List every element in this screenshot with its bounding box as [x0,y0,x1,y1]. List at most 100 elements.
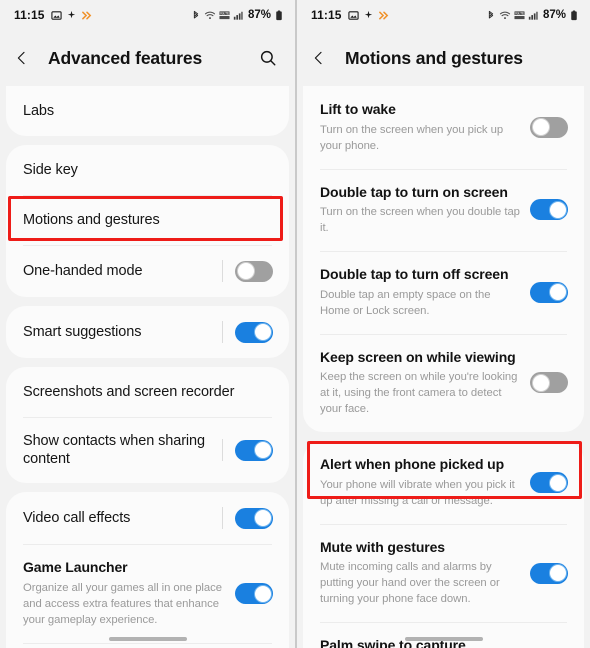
setting-row-title: Lift to wake [320,101,396,117]
status-left-icons [347,10,390,21]
setting-row-double-tap-to-turn-on-screen[interactable]: Double tap to turn on screen Turn on the … [303,168,584,252]
setting-row-game-launcher[interactable]: Game Launcher Organize all your games all… [6,544,289,643]
left-phone-screen: 11:15 VoLTE 87% Advanced features Labs S… [0,0,295,648]
page-title-right: Motions and gestures [345,47,523,68]
switch-wrapper [530,472,568,494]
setting-row-keep-screen-on-while-viewing[interactable]: Keep screen on while viewing Keep the scr… [303,333,584,433]
setting-row-mute-with-gestures[interactable]: Mute with gestures Mute incoming calls an… [303,523,584,623]
setting-row-title: Show contacts when sharing content [23,433,205,468]
settings-group: Alert when phone picked up Your phone wil… [303,441,584,648]
setting-row-side-key[interactable]: Side key [6,145,289,195]
setting-row-description: Turn on the screen when you double tap i… [320,206,520,235]
toggle-knob [253,584,272,603]
setting-row-description: Your phone will vibrate when you pick it… [320,478,515,507]
toggle-switch-one-handed-mode[interactable] [235,260,273,282]
gallery-icon [50,10,62,21]
switch-wrapper [235,583,273,605]
toggle-knob [548,473,567,492]
setting-row-texts: Smart suggestions [23,323,222,341]
setting-row-title: Keep screen on while viewing [320,348,516,365]
settings-group: Video call effects Game Launcher Organize … [6,492,289,648]
setting-row-palm-swipe-to-capture[interactable]: Palm swipe to captureSwipe the edge of y… [303,622,584,648]
setting-row-title: Labs [23,102,55,119]
settings-group: Labs [6,86,289,136]
gallery-icon [347,10,359,21]
sparkle-icon [66,10,77,21]
setting-row-texts: Show contacts when sharing content [23,432,222,468]
switch-wrapper [222,260,273,282]
toggle-switch-alert-when-phone-picked-up[interactable] [530,472,568,494]
double-chevron-icon [378,10,390,21]
setting-row-texts: Screenshots and screen recorder [23,383,273,401]
setting-row-texts: Double tap to turn on screen Turn on the … [320,184,530,237]
setting-row-labs[interactable]: Labs [6,86,289,136]
chevron-left-icon[interactable] [311,47,337,69]
toggle-switch-smart-suggestions[interactable] [235,321,273,343]
switch-wrapper [530,562,568,584]
setting-row-title: Double tap to turn off screen [320,266,509,283]
toggle-knob [253,441,272,460]
settings-list-left[interactable]: Labs Side key Motions and gestures One-hand… [0,86,295,648]
setting-row-video-call-effects[interactable]: Video call effects [6,492,289,544]
switch-divider [222,260,223,282]
home-indicator-right [404,637,483,641]
battery-percent-label: 87% [247,9,271,21]
toggle-switch-double-tap-to-turn-on-screen[interactable] [530,199,568,221]
toggle-switch-lift-to-wake[interactable] [530,116,568,138]
setting-row-title: Mute with gestures [320,538,445,555]
settings-group: Smart suggestions [6,306,289,358]
setting-row-title: Motions and gestures [23,211,160,228]
toggle-knob [548,564,567,583]
home-indicator-left [108,637,187,641]
settings-list-right[interactable]: Lift to wake Turn on the screen when you … [297,86,590,648]
switch-wrapper [222,439,273,462]
setting-row-description: Mute incoming calls and alarms by puttin… [320,561,500,606]
setting-row-texts: One-handed mode [23,262,222,280]
setting-row-screenshots-and-screen-recorder[interactable]: Screenshots and screen recorder [6,367,289,417]
setting-row-alert-when-phone-picked-up[interactable]: Alert when phone picked up Your phone wil… [303,441,584,524]
setting-row-title: Side key [23,161,78,178]
dual-screenshot-container: 11:15 VoLTE 87% Advanced features Labs S… [0,0,590,648]
setting-row-texts: Lift to wake Turn on the screen when you … [320,101,530,154]
toggle-knob [531,118,550,137]
setting-row-double-tap-to-turn-off-screen[interactable]: Double tap to turn off screen Double tap … [303,251,584,334]
signal-bars-icon [233,10,243,21]
setting-row-lift-to-wake[interactable]: Lift to wake Turn on the screen when you … [303,86,584,169]
setting-row-one-handed-mode[interactable]: One-handed mode [6,245,289,297]
chevron-left-icon[interactable] [14,47,40,69]
wifi-icon [499,10,511,21]
toggle-knob [236,262,255,280]
setting-row-title: Smart suggestions [23,323,142,340]
toggle-switch-mute-with-gestures[interactable] [530,562,568,584]
svg-text:VoLTE: VoLTE [220,11,229,15]
setting-row-motions-and-gestures[interactable]: Motions and gestures [6,195,289,245]
toggle-switch-keep-screen-on-while-viewing[interactable] [530,372,568,394]
double-chevron-icon [81,10,93,21]
setting-row-title: One-handed mode [23,262,143,279]
toggle-switch-double-tap-to-turn-off-screen[interactable] [530,281,568,303]
toggle-switch-show-contacts-when-sharing-content[interactable] [235,439,273,461]
setting-row-dual-messenger[interactable]: Dual Messenger [6,642,289,648]
setting-row-description: Organize all your games all in one place… [23,581,222,626]
wifi-icon [204,10,216,21]
search-icon[interactable] [255,49,281,67]
setting-row-title: Game Launcher [23,559,128,576]
lte-icon: VoLTE [514,10,525,21]
setting-row-title: Video call effects [23,510,131,527]
sparkle-icon [363,10,374,21]
setting-row-texts: Labs [23,102,273,120]
lte-icon: VoLTE [219,10,230,21]
app-bar-right: Motions and gestures [297,30,590,86]
setting-row-smart-suggestions[interactable]: Smart suggestions [6,306,289,358]
setting-row-texts: Keep screen on while viewing Keep the scr… [320,349,530,418]
setting-row-texts: Mute with gestures Mute incoming calls an… [320,539,530,608]
toggle-knob [548,283,567,302]
setting-row-texts: Motions and gestures [23,211,273,229]
status-time: 11:15 [311,8,342,22]
switch-wrapper [222,507,273,530]
setting-row-show-contacts-when-sharing-content[interactable]: Show contacts when sharing content [6,417,289,483]
settings-group: Side key Motions and gestures One-handed m… [6,145,289,297]
svg-text:VoLTE: VoLTE [515,11,524,15]
toggle-switch-game-launcher[interactable] [235,583,273,605]
toggle-switch-video-call-effects[interactable] [235,507,273,529]
